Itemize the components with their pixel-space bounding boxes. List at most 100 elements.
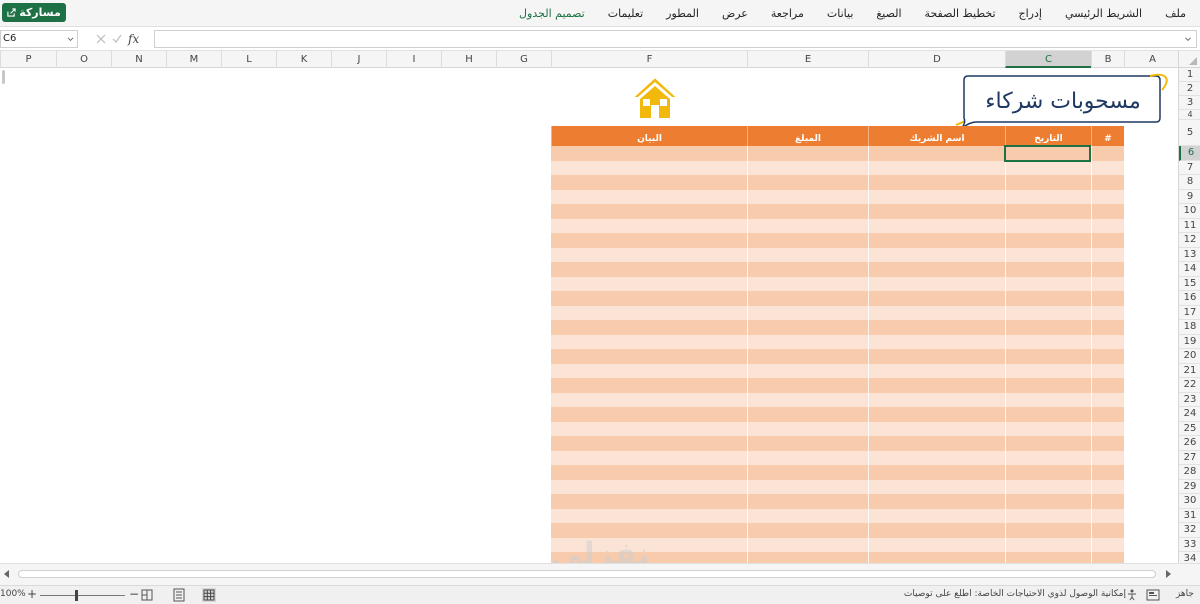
row-header[interactable]: 22 (1179, 378, 1200, 393)
select-all-corner[interactable] (1178, 51, 1200, 68)
row-header[interactable]: 1 (1179, 68, 1200, 82)
accessibility-icon[interactable] (1126, 589, 1138, 601)
row-header[interactable]: 29 (1179, 480, 1200, 494)
table-row[interactable] (551, 305, 1124, 320)
row-header[interactable]: 20 (1179, 349, 1200, 364)
row-header[interactable]: 8 (1179, 175, 1200, 190)
column-header-d[interactable]: D (868, 51, 1005, 68)
confirm-icon[interactable] (112, 34, 122, 44)
column-header-n[interactable]: N (111, 51, 166, 68)
formula-input[interactable] (154, 30, 1197, 48)
row-header[interactable]: 32 (1179, 523, 1200, 538)
column-header-h[interactable]: H (441, 51, 496, 68)
table-row[interactable] (551, 233, 1124, 248)
scroll-right-icon[interactable] (1164, 570, 1172, 578)
ribbon-tab[interactable]: عرض (722, 7, 748, 20)
row-header[interactable]: 5 (1179, 120, 1200, 146)
table-row[interactable] (551, 363, 1124, 378)
zoom-slider[interactable] (40, 595, 125, 596)
table-row[interactable] (551, 508, 1124, 523)
scroll-left-icon[interactable] (3, 570, 11, 578)
table-row[interactable] (551, 204, 1124, 219)
row-header[interactable]: 31 (1179, 509, 1200, 523)
chevron-down-icon[interactable] (67, 36, 74, 43)
table-row[interactable] (551, 291, 1124, 306)
table-row[interactable] (551, 494, 1124, 509)
row-header[interactable]: 2 (1179, 82, 1200, 96)
ribbon-tab[interactable]: بيانات (827, 7, 854, 20)
table-row[interactable] (551, 247, 1124, 262)
row-header[interactable]: 17 (1179, 306, 1200, 320)
column-header-c[interactable]: C (1005, 51, 1091, 68)
ribbon-tab[interactable]: الصيغ (876, 7, 901, 20)
column-header-a[interactable]: A (1124, 51, 1180, 68)
row-header[interactable]: 11 (1179, 219, 1200, 233)
column-header-i[interactable]: I (386, 51, 441, 68)
vertical-scroll-thumb[interactable] (2, 70, 5, 84)
zoom-slider-thumb[interactable] (75, 590, 78, 601)
column-header-p[interactable]: P (0, 51, 56, 68)
row-header[interactable]: 18 (1179, 320, 1200, 335)
table-row[interactable] (551, 450, 1124, 465)
macro-record-icon[interactable] (1146, 589, 1160, 601)
page-layout-view-icon[interactable] (172, 588, 186, 602)
normal-view-icon[interactable] (202, 588, 216, 602)
table-row[interactable] (551, 189, 1124, 204)
table-row[interactable] (551, 523, 1124, 538)
ribbon-tab[interactable]: تعليمات (608, 7, 643, 20)
selected-cell[interactable] (1004, 145, 1091, 162)
table-row[interactable] (551, 334, 1124, 349)
column-header-m[interactable]: M (166, 51, 221, 68)
column-header-g[interactable]: G (496, 51, 551, 68)
horizontal-scroll-thumb[interactable] (18, 570, 1156, 578)
row-header[interactable]: 30 (1179, 494, 1200, 509)
vertical-scrollbar[interactable] (0, 68, 8, 563)
zoom-level[interactable]: 100% (0, 589, 26, 599)
table-row[interactable] (551, 320, 1124, 335)
row-header[interactable]: 16 (1179, 291, 1200, 306)
column-header-e[interactable]: E (747, 51, 868, 68)
row-header[interactable]: 3 (1179, 96, 1200, 110)
row-header[interactable]: 6 (1179, 146, 1200, 161)
table-row[interactable] (551, 276, 1124, 291)
row-header[interactable]: 9 (1179, 190, 1200, 204)
row-header[interactable]: 27 (1179, 451, 1200, 465)
table-row[interactable] (551, 392, 1124, 407)
column-header-b[interactable]: B (1091, 51, 1124, 68)
table-row[interactable] (551, 262, 1124, 277)
page-break-view-icon[interactable] (140, 588, 154, 602)
table-row[interactable] (551, 218, 1124, 233)
horizontal-scrollbar[interactable] (0, 563, 1200, 585)
row-header[interactable]: 34 (1179, 552, 1200, 563)
column-header-f[interactable]: F (551, 51, 747, 68)
row-header[interactable]: 21 (1179, 364, 1200, 378)
table-row[interactable] (551, 465, 1124, 480)
ribbon-tab[interactable]: ملف (1165, 7, 1186, 20)
table-row[interactable] (551, 552, 1124, 563)
row-header[interactable]: 4 (1179, 110, 1200, 120)
share-button[interactable]: مساركة (2, 3, 66, 22)
table-row[interactable] (551, 421, 1124, 436)
row-header[interactable]: 23 (1179, 393, 1200, 407)
row-header[interactable]: 12 (1179, 233, 1200, 248)
row-header[interactable]: 28 (1179, 465, 1200, 480)
column-header-o[interactable]: O (56, 51, 111, 68)
ribbon-tab[interactable]: تخطيط الصفحة (925, 7, 996, 20)
ribbon-tab[interactable]: المطور (666, 7, 699, 20)
ribbon-tab[interactable]: إدراج (1019, 7, 1042, 20)
accessibility-status[interactable]: إمكانية الوصول لذوي الاحتياجات الخاصة: ا… (904, 589, 1126, 599)
column-header-l[interactable]: L (221, 51, 276, 68)
table-row[interactable] (551, 537, 1124, 552)
row-header[interactable]: 13 (1179, 248, 1200, 262)
table-row[interactable] (551, 407, 1124, 422)
row-header[interactable]: 7 (1179, 161, 1200, 175)
table-row[interactable] (551, 349, 1124, 364)
row-header[interactable]: 14 (1179, 262, 1200, 277)
row-header[interactable]: 25 (1179, 422, 1200, 436)
insert-function-button[interactable]: fx (128, 32, 139, 46)
cancel-icon[interactable] (96, 34, 106, 44)
worksheet-grid[interactable]: مسحوبات شركاء # التاريخ اسم الشريك المبلغ ال… (0, 68, 1178, 563)
ribbon-tab[interactable]: تصميم الجدول (519, 7, 585, 20)
ribbon-tab[interactable]: الشريط الرئيسي (1065, 7, 1142, 20)
row-header[interactable]: 24 (1179, 407, 1200, 422)
